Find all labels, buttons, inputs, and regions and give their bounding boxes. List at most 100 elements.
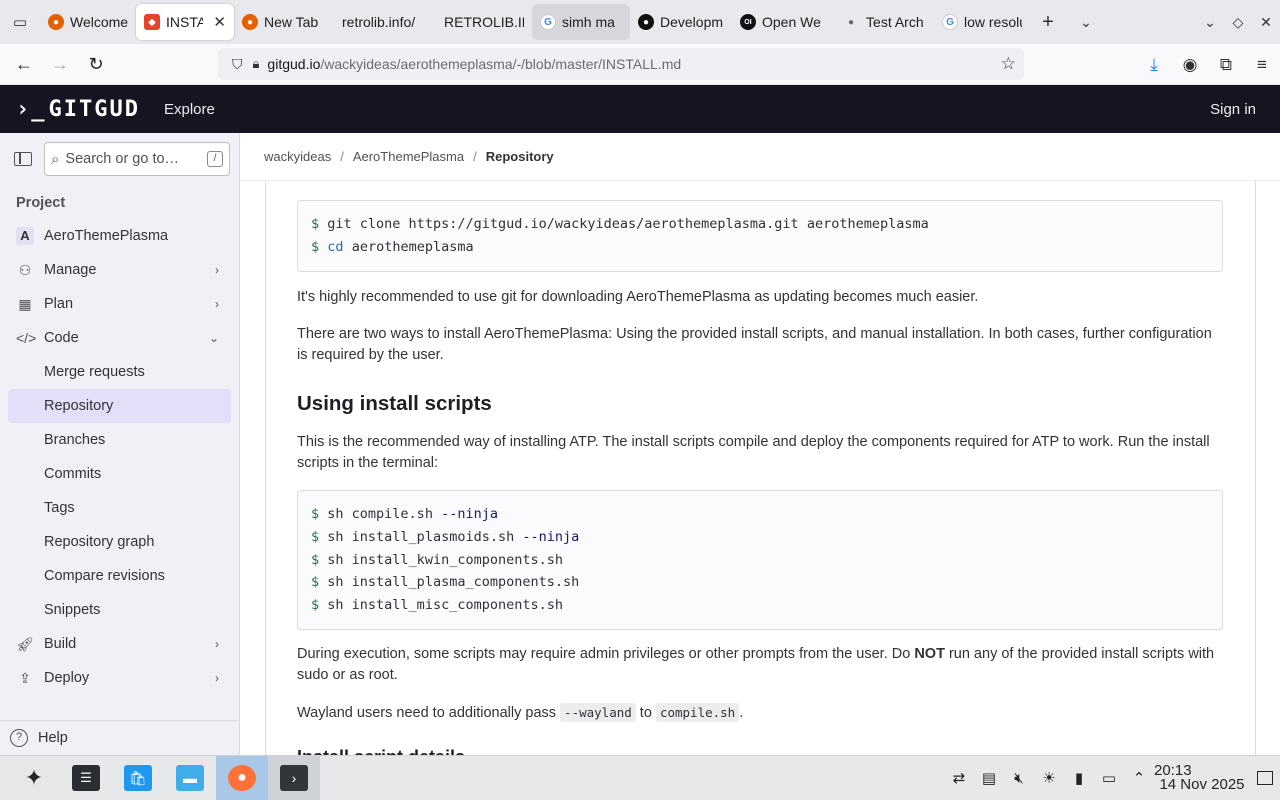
explore-link[interactable]: Explore bbox=[164, 101, 215, 118]
firefox-taskbar-icon[interactable]: ● bbox=[216, 755, 268, 800]
browser-tab-active[interactable]: ◆ INSTALL ✕ bbox=[136, 4, 234, 40]
chevron-right-icon: › bbox=[215, 637, 219, 651]
chevron-down-icon[interactable]: ⌄ bbox=[1196, 14, 1224, 31]
sidebar-item-code[interactable]: </> Code ⌄ bbox=[0, 321, 239, 355]
tab-overflow-icon[interactable]: ⌄ bbox=[1066, 14, 1106, 31]
breadcrumb-separator: / bbox=[473, 149, 477, 164]
url-host: gitgud.io bbox=[267, 56, 321, 72]
diamond-icon[interactable]: ◇ bbox=[1224, 14, 1252, 31]
project-avatar: A bbox=[16, 227, 34, 245]
openwebui-icon: OI bbox=[740, 14, 756, 30]
forward-icon[interactable]: → bbox=[42, 48, 78, 80]
browser-tab[interactable]: OI Open We bbox=[732, 4, 830, 40]
sign-in-link[interactable]: Sign in bbox=[1210, 101, 1256, 118]
brightness-icon[interactable]: ☀ bbox=[1034, 769, 1064, 787]
sidebar-item-plan[interactable]: ▦ Plan › bbox=[0, 287, 239, 321]
code-block-install-scripts[interactable]: $ sh compile.sh --ninja $ sh install_plas… bbox=[297, 490, 1223, 630]
deploy-icon: ⇪ bbox=[19, 669, 31, 686]
sidebar-item-snippets[interactable]: Snippets bbox=[0, 593, 239, 627]
paragraph: During execution, some scripts may requi… bbox=[297, 646, 1215, 683]
section-heading: Using install scripts bbox=[297, 392, 492, 415]
browser-nav-bar: ← → ↻ ⛉ 🔒︎ gitgud.io/wackyideas/aerothem… bbox=[0, 44, 1280, 85]
sidebar-item-compare-revisions[interactable]: Compare revisions bbox=[0, 559, 239, 593]
sidebar-item-build[interactable]: 🚀︎ Build › bbox=[0, 627, 239, 661]
breadcrumb-item-owner[interactable]: wackyideas bbox=[264, 149, 331, 164]
sidebar-item-commits[interactable]: Commits bbox=[0, 457, 239, 491]
chevron-right-icon: › bbox=[215, 297, 219, 311]
inline-code: --wayland bbox=[560, 703, 636, 722]
help-button[interactable]: ? Help bbox=[0, 720, 239, 755]
code-line: $ sh install_plasmoids.sh --ninja bbox=[311, 528, 580, 545]
code-block-clone[interactable]: $ git clone https://gitgud.io/wackyideas… bbox=[297, 200, 1223, 272]
extensions-icon[interactable]: ⧉ bbox=[1208, 55, 1244, 75]
sidebar-item-repository-graph[interactable]: Repository graph bbox=[0, 525, 239, 559]
gitgud-logo[interactable]: ›_ GITGUD bbox=[16, 97, 140, 122]
sidebar-item-merge-requests[interactable]: Merge requests bbox=[0, 355, 239, 389]
file-manager-icon[interactable]: ▬ bbox=[164, 756, 216, 800]
close-tab-icon[interactable]: ✕ bbox=[213, 13, 226, 31]
reload-icon[interactable]: ↻ bbox=[78, 48, 114, 80]
browser-tab[interactable]: G simh ma bbox=[532, 4, 630, 40]
sidebar-item-tags[interactable]: Tags bbox=[0, 491, 239, 525]
google-icon: G bbox=[540, 14, 556, 30]
tab-list-icon[interactable]: ▭ bbox=[0, 0, 40, 44]
gitlab-icon: ◆ bbox=[144, 14, 160, 30]
site-header: ›_ GITGUD Explore Sign in bbox=[0, 85, 1280, 133]
network-share-icon[interactable]: ⇄ bbox=[944, 769, 974, 787]
browser-tab[interactable]: G low resolu bbox=[934, 4, 1030, 40]
browser-tab[interactable]: ● New Tab bbox=[234, 4, 328, 40]
battery-icon[interactable]: ▮ bbox=[1064, 769, 1094, 787]
url-bar[interactable]: ⛉ 🔒︎ gitgud.io/wackyideas/aerothemeplasm… bbox=[218, 48, 1024, 80]
firefox-icon: ● bbox=[242, 14, 258, 30]
google-icon: G bbox=[942, 14, 958, 30]
sidebar-item-repository[interactable]: Repository bbox=[8, 389, 231, 423]
terminal-icon[interactable]: › bbox=[268, 755, 320, 800]
breadcrumb-separator: / bbox=[340, 149, 344, 164]
code-line: $ sh install_kwin_components.sh bbox=[311, 551, 563, 568]
sidebar-item-deploy[interactable]: ⇪ Deploy › bbox=[0, 661, 239, 695]
browser-tab[interactable]: ● Test Arch bbox=[830, 4, 934, 40]
menu-icon[interactable]: ≡ bbox=[1244, 55, 1280, 75]
sidebar-section-heading: Project bbox=[16, 195, 66, 211]
truncated-text-line bbox=[297, 181, 597, 183]
browser-tab[interactable]: ● Welcome bbox=[40, 4, 136, 40]
clock[interactable]: 20:13 14 Nov 2025 bbox=[1154, 763, 1250, 792]
volume-muted-icon[interactable]: 🔇︎ bbox=[1004, 770, 1034, 787]
browser-tab[interactable]: ● Developm bbox=[630, 4, 732, 40]
account-icon[interactable]: ◉ bbox=[1172, 55, 1208, 75]
code-line: $ sh install_misc_components.sh bbox=[311, 597, 563, 614]
breadcrumb-item-current[interactable]: Repository bbox=[486, 149, 554, 164]
breadcrumb-item-project[interactable]: AeroThemePlasma bbox=[353, 149, 464, 164]
discover-store-icon[interactable]: 🛍︎ bbox=[112, 756, 164, 800]
browser-tab[interactable]: retrolib.info/ bbox=[328, 4, 428, 40]
paragraph: Wayland users need to additionally pass … bbox=[297, 703, 744, 722]
search-input[interactable]: ⌕ Search or go to… / bbox=[44, 142, 230, 176]
browser-tab-strip: ▭ ● Welcome ◆ INSTALL ✕ ● New Tab retrol… bbox=[0, 0, 1280, 44]
calendar-icon: ▦ bbox=[18, 295, 32, 312]
sidebar-item-project[interactable]: A AeroThemePlasma bbox=[0, 219, 239, 253]
sidebar-item-branches[interactable]: Branches bbox=[0, 423, 239, 457]
inline-code: compile.sh bbox=[655, 703, 740, 722]
sidebar-item-manage[interactable]: ⚇ Manage › bbox=[0, 253, 239, 287]
app-launcher-icon[interactable]: ✦ bbox=[8, 756, 60, 800]
section-heading-partial: Install script details bbox=[297, 747, 465, 755]
new-tab-icon[interactable]: + bbox=[1030, 11, 1066, 34]
chevron-right-icon: › bbox=[215, 671, 219, 685]
close-window-icon[interactable]: ✕ bbox=[1252, 14, 1280, 31]
system-settings-icon[interactable]: ☰ bbox=[60, 756, 112, 800]
lock-icon[interactable]: 🔒︎ bbox=[253, 56, 260, 72]
shield-icon[interactable]: ⛉ bbox=[232, 56, 243, 73]
search-icon: ⌕ bbox=[51, 150, 60, 168]
file-viewer: $ git clone https://gitgud.io/wackyideas… bbox=[241, 181, 1280, 755]
browser-tab[interactable]: RETROLIB.IN bbox=[428, 4, 532, 40]
clipboard-icon[interactable]: ▤ bbox=[974, 769, 1004, 787]
download-icon[interactable]: ⤓ bbox=[1136, 55, 1172, 75]
bookmark-star-icon[interactable]: ☆ bbox=[1001, 54, 1016, 74]
taskbar: ✦ ☰ 🛍︎ ▬ ● › ⇄ ▤ 🔇︎ ☀ ▮ ▭ ⌃ 20:13 14 Nov… bbox=[0, 755, 1280, 800]
display-icon[interactable]: ▭ bbox=[1094, 769, 1124, 787]
sidebar-toggle-icon[interactable] bbox=[14, 152, 32, 166]
show-desktop-icon[interactable] bbox=[1250, 771, 1280, 785]
back-icon[interactable]: ← bbox=[6, 48, 42, 80]
dot-icon: ● bbox=[848, 16, 855, 28]
tray-expand-icon[interactable]: ⌃ bbox=[1124, 769, 1154, 787]
